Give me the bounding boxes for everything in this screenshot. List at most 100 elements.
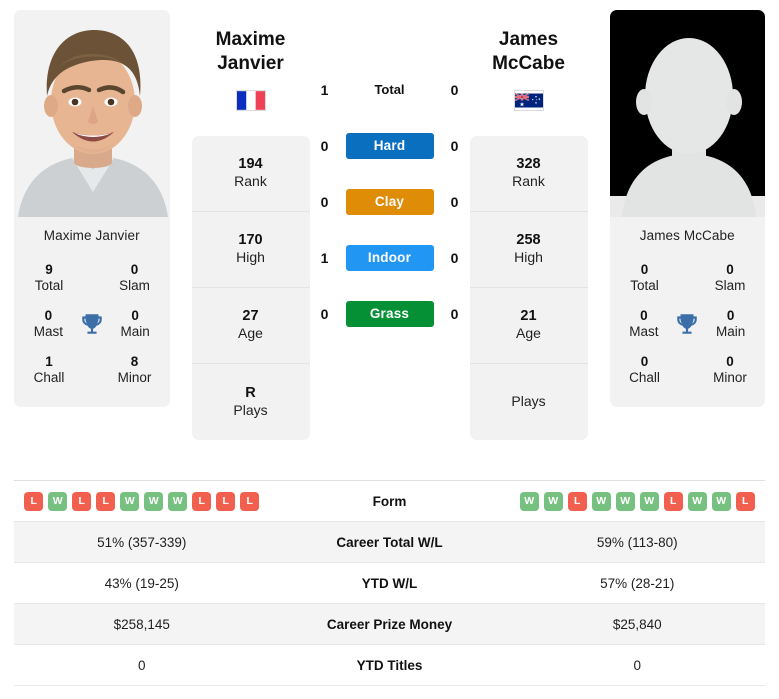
form-badge-loss[interactable]: L [735,491,755,511]
rank-item-age-left: 27 Age [191,288,310,364]
player-photo-right [609,10,765,217]
form-badge-loss[interactable]: L [96,491,116,511]
table-row: 51% (357-339) Career Total W/L 59% (113-80… [14,522,765,563]
surface-pill-hard[interactable]: Hard [345,133,434,159]
titles-main-label-left: Main [120,324,150,339]
form-badge-loss[interactable]: L [24,491,44,511]
rank-value-right: 328 [516,156,541,173]
h2h-label-hard[interactable]: Hard [340,133,440,159]
titles-main-right: 0 Main [700,308,761,340]
high-label-left: High [236,249,265,266]
table-row: L W L L W W W L L L Form W W L W W W L W W L [14,481,765,522]
form-badge-win[interactable]: W [639,491,659,511]
comparison-header: Maxime Janvier 9 Total 0 Slam 0 Mast 0 M… [0,0,779,475]
form-badge-win[interactable]: W [519,491,539,511]
titles-row-total-slam-left: 9 Total 0 Slam [18,255,166,301]
form-badge-loss[interactable]: L [216,491,236,511]
titles-mast-label-left: Mast [33,324,63,339]
trophy-icon [674,311,700,337]
titles-chall-right: 0 Chall [614,354,676,386]
rank-label-left: Rank [234,173,267,190]
h2h-right-score-clay: 0 [450,194,459,210]
titles-main-left: 0 Main [105,308,166,340]
age-value-right: 21 [520,308,537,325]
h2h-label-grass[interactable]: Grass [340,301,440,327]
form-badge-loss[interactable]: L [567,491,587,511]
form-badge-win[interactable]: W [711,491,731,511]
stat-career_prize-left: $258,145 [113,616,170,632]
form-badge-win[interactable]: W [168,491,188,511]
titles-grid-left: 9 Total 0 Slam 0 Mast 0 Main 1 Chall 8 M… [14,255,170,407]
h2h-row-grass: 0 Grass 0 [310,286,470,342]
form-badge-loss[interactable]: L [240,491,260,511]
table-row: 0 YTD Titles 0 [14,645,765,686]
high-value-left: 170 [238,232,263,249]
form-badge-loss[interactable]: L [72,491,92,511]
titles-slam-label-left: Slam [119,278,150,293]
form-badge-win[interactable]: W [48,491,68,511]
rank-item-plays-left: R Plays [192,364,310,440]
h2h-right-score-hard: 0 [450,138,459,154]
player-card-right[interactable]: James McCabe 0 Total 0 Slam 0 Mast 0 Mai… [609,10,766,407]
h2h-right-score-indoor: 0 [450,250,459,266]
player-first-name-left: Maxime [215,29,286,50]
rank-value-left: 194 [238,156,263,173]
titles-main-label-right: Main [715,324,746,339]
surface-pill-indoor[interactable]: Indoor [345,245,434,271]
h2h-label-indoor[interactable]: Indoor [340,245,440,271]
titles-mast-value-left: 0 [44,308,53,324]
rank-item-rank-right: 328 Rank [469,136,588,212]
stat-label-career_wl: Career Total W/L [336,534,443,550]
h2h-row-total: 1 Total 0 [310,62,470,118]
titles-slam-value-right: 0 [726,262,734,278]
fr-flag-icon [235,89,266,111]
form-badge-win[interactable]: W [543,491,563,511]
form-badge-win[interactable]: W [591,491,611,511]
plays-label-right: Plays [511,393,546,410]
titles-mast-value-right: 0 [640,308,648,324]
titles-main-value-left: 0 [131,308,139,324]
h2h-row-indoor: 1 Indoor 0 [310,230,470,286]
titles-total-right: 0 Total [614,262,676,294]
form-badge-loss[interactable]: L [192,491,212,511]
form-badge-win[interactable]: W [615,491,635,511]
titles-chall-label-left: Chall [33,370,65,385]
h2h-left-score-grass: 0 [320,306,329,322]
stat-career_wl-left: 51% (357-339) [97,534,187,550]
player-info-right: James McCabe 328 Rank 258 High 21 Age Pl… [469,0,588,440]
titles-grid-right: 0 Total 0 Slam 0 Mast 0 Main 0 Chall 0 M… [610,255,766,407]
titles-minor-right: 0 Minor [699,354,761,386]
surface-pill-clay[interactable]: Clay [345,189,434,215]
titles-slam-label-right: Slam [714,278,746,293]
rank-item-rank-left: 194 Rank [191,136,310,212]
player-photo-caption-left: Maxime Janvier [43,228,140,243]
player-info-left: Maxime Janvier 194 Rank 170 High 27 Age … [191,0,310,440]
h2h-label-clay[interactable]: Clay [340,189,440,215]
high-label-right: High [514,249,543,266]
player-card-left[interactable]: Maxime Janvier 9 Total 0 Slam 0 Mast 0 M… [14,10,170,407]
player-name-block-left[interactable]: Maxime Janvier [192,28,310,111]
titles-minor-label-left: Minor [117,370,152,385]
titles-slam-left: 0 Slam [104,262,166,294]
rank-item-high-left: 170 High [191,212,310,288]
stat-form-left: LWLLWWWLLL [14,491,270,511]
form-badge-win[interactable]: W [120,491,140,511]
surface-pill-grass[interactable]: Grass [345,301,434,327]
h2h-left-score-indoor: 1 [320,250,329,266]
titles-slam-value-left: 0 [130,262,139,278]
form-badge-win[interactable]: W [144,491,164,511]
player-photo-left [14,10,170,217]
age-label-left: Age [238,325,263,342]
titles-mast-right: 0 Mast [614,308,675,340]
player-first-name-right: James [498,29,559,50]
form-badge-loss[interactable]: L [663,491,683,511]
form-badge-win[interactable]: W [687,491,707,511]
stat-ytd_titles-left: 0 [137,657,146,673]
player-photo-caption-right: James McCabe [639,228,735,243]
h2h-right-score-grass: 0 [450,306,459,322]
player-last-name-right: McCabe [492,53,565,75]
h2h-left-score-total: 1 [320,82,329,98]
stat-label-career_prize: Career Prize Money [326,616,453,632]
player-name-block-right[interactable]: James McCabe [470,28,588,111]
stat-ytd_wl-right: 57% (28-21) [600,575,675,591]
